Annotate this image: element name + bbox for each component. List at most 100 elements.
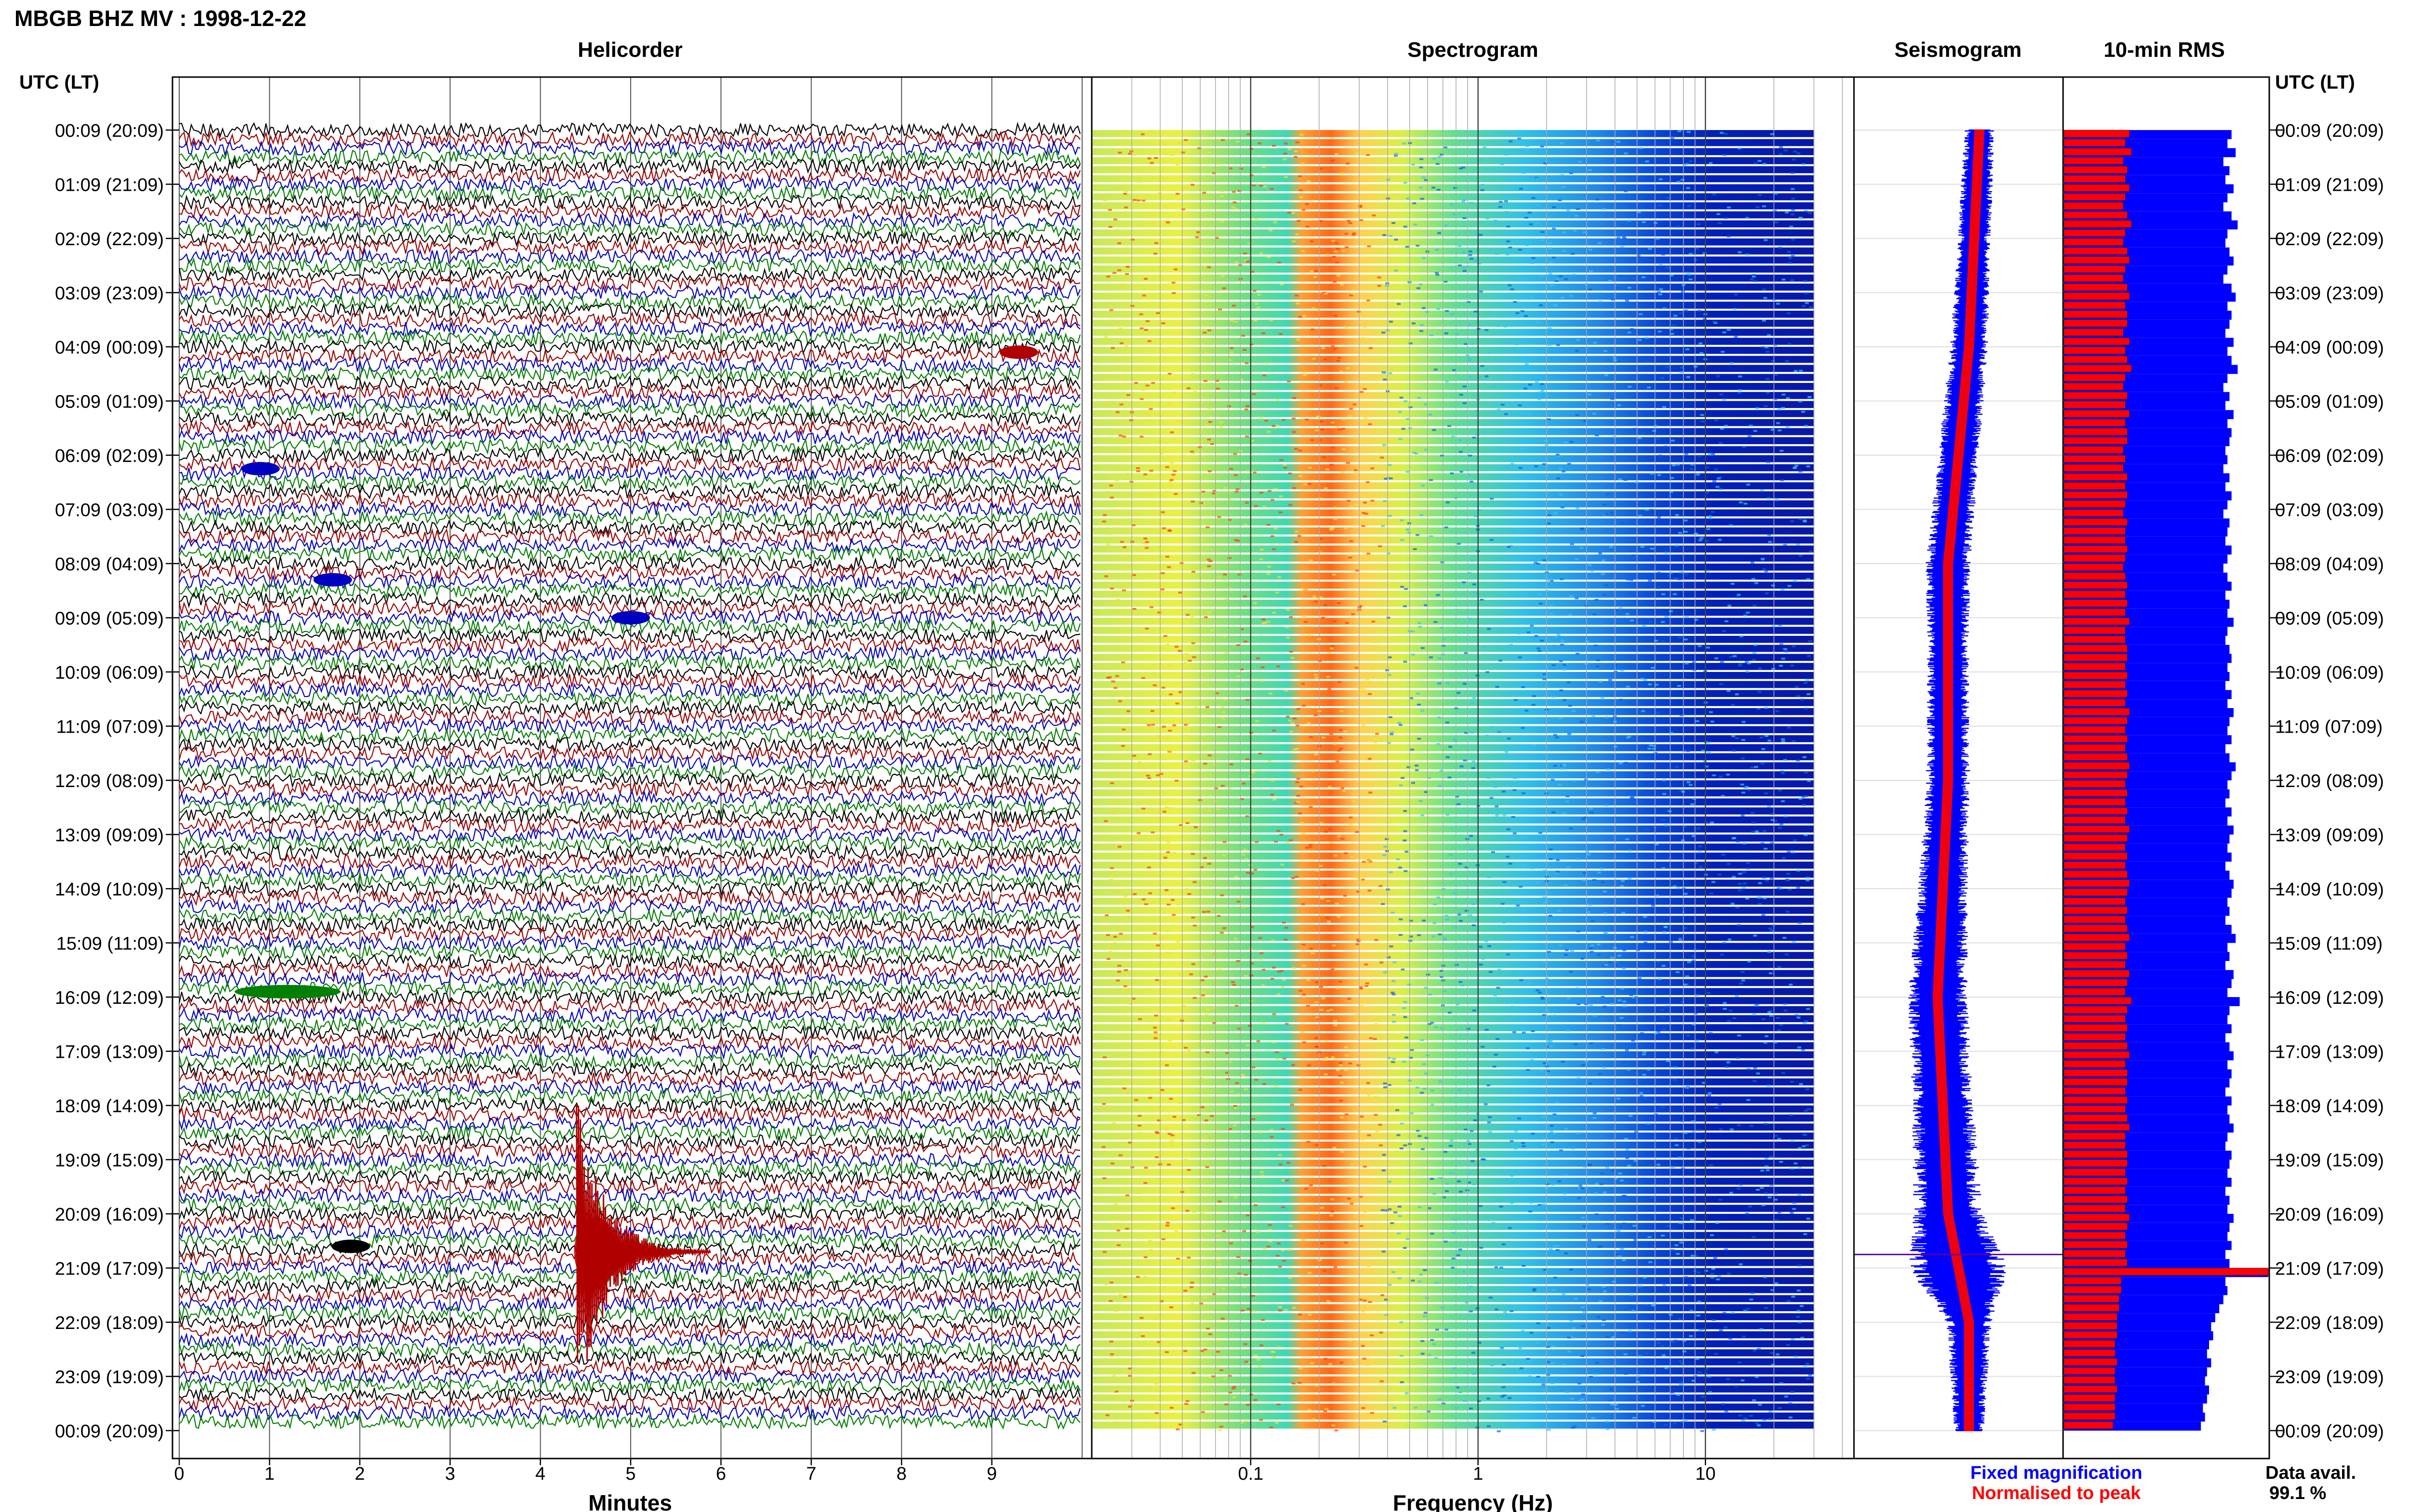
spectrogram-speckle [1472, 259, 1477, 262]
spectrogram-speckle [1643, 679, 1647, 681]
spectrogram-speckle [1550, 1141, 1554, 1144]
spectrogram-speckle [1767, 1196, 1772, 1198]
spectrogram-speckle [1305, 203, 1309, 205]
spectrogram-speckle [1654, 1032, 1658, 1035]
spectrogram-speckle [1685, 616, 1689, 618]
spectrogram-speckle [1375, 733, 1379, 735]
spectrogram-speckle [1447, 425, 1451, 427]
spectrogram-speckle [1390, 1222, 1394, 1224]
spectrogram-speckle [1335, 153, 1339, 156]
spectrogram-speckle [1499, 1266, 1504, 1269]
spectrogram-speckle [1504, 413, 1508, 415]
spectrogram-speckle [1539, 603, 1543, 605]
spectrogram-speckle [1727, 206, 1731, 209]
spectrogram-speckle [1605, 716, 1609, 719]
spectrogram-speckle [1111, 1162, 1114, 1165]
spectrogram-speckle [1628, 1115, 1633, 1117]
spectrogram-speckle [1138, 911, 1143, 913]
spectrogram-speckle [1445, 722, 1449, 723]
spectrogram-speckle [1380, 457, 1384, 459]
spectrogram-speckle [1767, 739, 1772, 742]
spectrogram-speckle [1707, 1092, 1712, 1094]
spectrogram-speckle [1480, 158, 1484, 161]
spectrogram-speckle [1275, 592, 1279, 594]
spectrogram-speckle [1493, 385, 1497, 388]
spectrogram-speckle [1385, 838, 1389, 841]
spectrogram-speckle [1549, 1131, 1554, 1133]
spectrogram-speckle [1483, 168, 1488, 170]
spectrogram-speckle [1323, 1059, 1327, 1061]
spectrogram-speckle [1661, 640, 1665, 643]
spectrogram-speckle [1616, 1230, 1621, 1232]
spectrogram-speckle [1695, 720, 1699, 723]
spectrogram-speckle [1480, 598, 1484, 601]
spectrogram-speckle [1152, 1073, 1156, 1075]
spectrogram-speckle [1700, 1430, 1704, 1432]
spectrogram-speckle [1298, 175, 1302, 177]
spectrogram-speckle [1307, 634, 1311, 636]
spectrogram-speckle [1790, 520, 1794, 522]
spectrogram-speckle [1164, 153, 1168, 155]
spectrogram-speckle [1736, 593, 1741, 596]
spectrogram-speckle [1133, 893, 1137, 895]
spectrogram-speckle [1755, 407, 1760, 409]
spectrogram-speckle [1165, 1128, 1169, 1131]
spectrogram-speckle [1775, 499, 1779, 501]
spectrogram-speckle [1416, 534, 1420, 536]
spectrogram-speckle [1194, 844, 1198, 846]
spectrogram-speckle [1585, 640, 1589, 643]
spectrogram-speckle [1531, 257, 1535, 259]
spectrogram-speckle [1508, 284, 1512, 287]
spectrogram-speckle [1779, 1024, 1783, 1026]
spectrogram-speckle [1298, 812, 1302, 815]
spectrogram-speckle [1405, 246, 1409, 248]
spectrogram-speckle [1139, 435, 1144, 438]
spectrogram-speckle [1514, 1353, 1519, 1355]
spectrogram-speckle [1746, 1308, 1750, 1310]
spectrogram-speckle [1344, 326, 1349, 329]
spectrogram-speckle [1683, 638, 1688, 641]
spectrogram-speckle [1223, 698, 1227, 701]
spectrogram-speckle [1116, 598, 1120, 601]
spectrogram-speckle [1377, 276, 1381, 278]
spectrogram-speckle [1251, 1066, 1256, 1069]
spectrogram-speckle [1588, 249, 1592, 251]
seismogram-layer [1854, 129, 2063, 1432]
spectrogram-speckle [1775, 1017, 1780, 1019]
spectrogram-speckle [1416, 1086, 1419, 1089]
spectrogram-speckle [1451, 435, 1455, 438]
spectrogram-speckle [1807, 780, 1811, 782]
spectrogram-speckle [1203, 380, 1207, 382]
spectrogram-speckle [1528, 1210, 1533, 1213]
spectrogram-speckle [1649, 509, 1654, 511]
spectrogram-speckle [1109, 879, 1113, 881]
spectrogram-speckle [1431, 935, 1436, 937]
spectrogram-speckle [1606, 493, 1610, 496]
spectrogram-speckle [1792, 1201, 1796, 1204]
spectrogram-speckle [1116, 1229, 1121, 1232]
spectrogram-speckle [1628, 1330, 1632, 1332]
spectrogram-speckle [1679, 571, 1683, 573]
spectrogram-speckle [1378, 885, 1383, 887]
helicorder-trace [179, 817, 1081, 834]
spectrogram-speckle [1803, 210, 1808, 212]
spectrogram-speckle [1391, 1061, 1395, 1063]
spectrogram-speckle [1168, 530, 1172, 532]
spectrogram-speckle [1325, 254, 1330, 256]
helicorder-trace [178, 898, 1081, 915]
spectrogram-speckle [1562, 231, 1566, 234]
spectrogram-speckle [1523, 298, 1528, 300]
spectrogram-speckle [1767, 951, 1772, 953]
spectrogram-speckle [1799, 554, 1803, 557]
spectrogram-speckle [1524, 217, 1528, 219]
spectrogram-speckle [1774, 1135, 1778, 1137]
spectrogram-speckle [1746, 1099, 1750, 1101]
spectrogram-speckle [1664, 824, 1668, 827]
helicorder-trace [179, 1322, 1081, 1340]
spectrogram-speckle [1643, 1246, 1647, 1248]
spectrogram-speckle [1436, 594, 1440, 596]
spectrogram-speckle [1548, 273, 1552, 275]
spectrogram-speckle [1429, 656, 1433, 658]
spectrogram-speckle [1781, 738, 1785, 740]
spectrogram-speckle [1506, 855, 1510, 858]
